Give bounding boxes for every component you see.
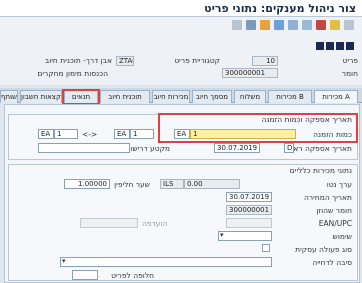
ean-field[interactable] [226,218,272,228]
net-value-field[interactable]: 0.00 [184,179,240,189]
pricing-date-label: תאריך המחירה [304,193,352,202]
next-item-icon[interactable] [336,42,344,50]
category-description: אבן דרך- תוכנית חיוב [44,56,112,65]
req-segment-field[interactable] [38,143,130,153]
settings-icon[interactable] [344,20,354,30]
item-substitute-label: חלופה לפריט [111,271,154,280]
item-field[interactable]: 10 [252,56,278,66]
save-icon[interactable] [232,20,242,30]
req-segment-label: מקטע דרישות [125,144,170,153]
conv-right-value[interactable]: 1 [130,129,154,139]
order-qty-field[interactable]: 1 [190,129,296,139]
chevron-down-icon[interactable]: ▾ [62,257,66,265]
conv-right-unit[interactable]: EA [114,129,130,139]
conv-left-value[interactable]: 1 [54,129,78,139]
header-icon[interactable] [288,20,298,30]
net-value-label: ערך נטו [326,180,352,189]
first-date-label: תאריך אספקה ראשון [283,144,352,153]
category-field[interactable]: ZTAO [116,56,134,66]
exchange-rate-field[interactable]: 1.00000 [64,179,110,189]
exchange-rate-label: שער חליפין [114,180,150,189]
material-field[interactable]: 300000001 [222,68,278,78]
first-date-field[interactable]: 30.07.2019 [214,143,260,153]
conditions-tab-highlight [62,89,100,105]
item-label: פריט [342,56,358,65]
reject-reason-dropdown[interactable] [60,257,272,267]
category-label: קטגוריית פריט [174,56,220,65]
conversion-arrow: <-> [82,130,98,139]
material-label: חומר [341,69,358,78]
tab-account-assignment[interactable]: הקצאות חשבון [20,90,62,103]
order-qty-label: כמות הזמנה [313,130,352,139]
back-icon[interactable] [246,20,256,30]
tab-sales-b[interactable]: מכירות B [268,90,312,103]
usage-dropdown[interactable] [218,231,272,241]
tab-shipping[interactable]: משלוח [234,90,266,103]
material-entered-label: חומר שהוזן [316,206,352,215]
flag-icon[interactable] [330,20,340,30]
reference-field[interactable] [80,218,138,228]
item-substitute-field[interactable] [72,270,98,280]
items-icon[interactable] [302,20,312,30]
overview-icon[interactable] [274,20,284,30]
reference-label: הועדפה [142,219,168,228]
first-item-icon[interactable] [316,42,324,50]
reject-reason-label: סיבה לדחייה [312,258,352,267]
tab-billing-sales[interactable]: מכירות חיוב [152,90,190,103]
first-date-prefix[interactable]: D [284,143,294,153]
business-type-label: סוג פעולה עסקית [295,245,352,254]
tab-sales-a[interactable]: מכירות A [314,90,358,103]
conv-left-unit[interactable]: EA [38,129,54,139]
order-qty-unit[interactable]: EA [174,129,190,139]
tab-billing-plan[interactable]: תוכנית חיוב [100,90,150,103]
last-item-icon[interactable] [346,42,354,50]
usage-label: שימוש [332,232,352,241]
display-icon[interactable] [260,20,270,30]
previous-item-icon[interactable] [326,42,334,50]
general-group-title: נתוני מכירות כלליים [289,166,352,175]
title-bar: צור ניהול מענקים: נתוני פריט [0,0,362,17]
tab-partner[interactable]: שותף [0,90,18,103]
material-entered-field[interactable]: 300000001 [226,205,272,215]
window-title: צור ניהול מענקים: נתוני פריט [204,2,356,15]
ean-label: EAN/UPC [318,219,352,228]
chevron-down-icon[interactable]: ▾ [220,231,224,239]
pricing-date-field[interactable]: 30.07.2019 [226,192,272,202]
material-description: הכנסות מימון מחקרים [37,69,108,78]
cancel-icon[interactable] [316,20,326,30]
business-type-field[interactable] [262,244,270,252]
tab-billing-document[interactable]: מסמך חיוב [192,90,232,103]
currency-field[interactable]: ILS [160,179,184,189]
